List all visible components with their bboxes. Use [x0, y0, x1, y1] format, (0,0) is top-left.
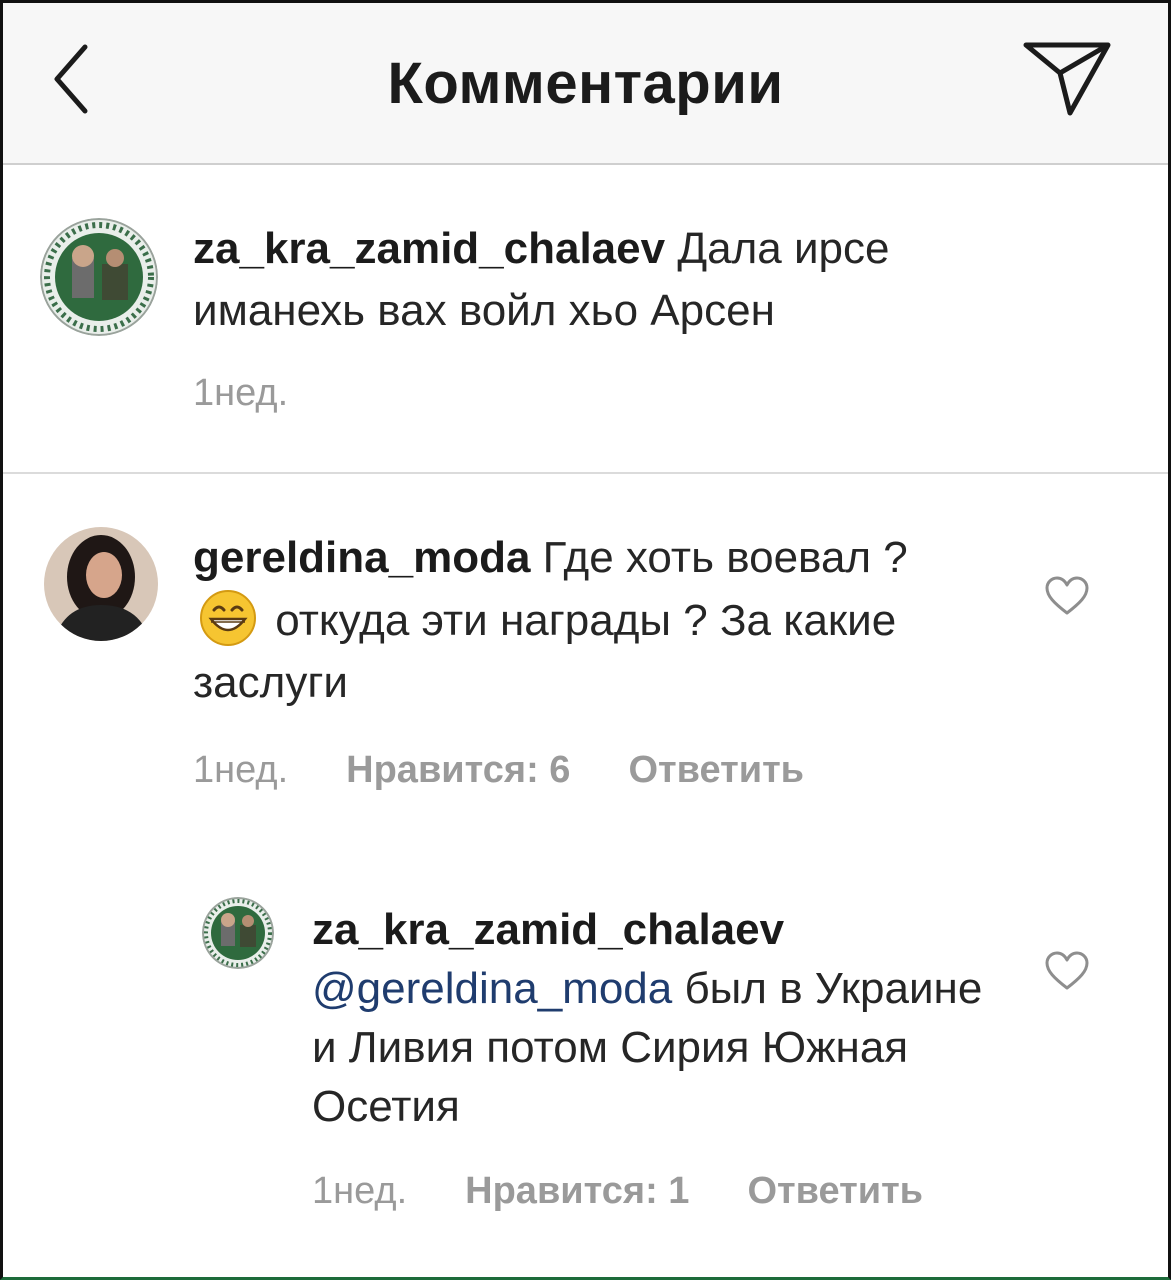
grinning-face-emoji	[200, 590, 256, 646]
reply-button[interactable]: Ответить	[628, 749, 804, 791]
page-title: Комментарии	[387, 51, 784, 116]
avatar[interactable]	[40, 218, 158, 336]
comment-text-2: откуда эти награды ? За какие заслуги	[193, 596, 897, 707]
mention-link[interactable]: @gereldina_moda	[312, 964, 672, 1013]
likes-count-link[interactable]: Нравится: 1	[465, 1170, 689, 1212]
header-bar: Комментарии	[0, 0, 1171, 165]
avatar[interactable]	[202, 897, 274, 969]
likes-count-link[interactable]: Нравится: 6	[346, 749, 570, 791]
reply-meta: 1нед. Нравится: 1 Ответить	[312, 1170, 923, 1213]
reply-time: 1нед.	[312, 1170, 408, 1212]
comment-meta: 1нед. Нравится: 6 Ответить	[193, 749, 804, 792]
avatar[interactable]	[44, 527, 158, 641]
comment-body: za_kra_zamid_chalaev Дала ирсе иманехь в…	[193, 218, 1043, 342]
divider	[0, 472, 1171, 474]
comment-time: 1нед.	[193, 749, 289, 791]
share-button[interactable]	[1020, 35, 1115, 125]
comment-time: 1нед.	[193, 372, 289, 414]
paper-plane-icon	[1023, 42, 1111, 116]
comment-text: Где хоть воевал ?	[542, 533, 908, 582]
reply-button[interactable]: Ответить	[747, 1170, 923, 1212]
comment-body: gereldina_moda Где хоть воевал ? откуда …	[193, 527, 973, 714]
heart-icon[interactable]	[1044, 575, 1090, 617]
reply-body: za_kra_zamid_chalaev @gereldina_moda был…	[312, 900, 1012, 1136]
heart-icon[interactable]	[1044, 950, 1090, 992]
reply-username[interactable]: za_kra_zamid_chalaev	[312, 905, 784, 954]
comment-username[interactable]: za_kra_zamid_chalaev	[193, 224, 665, 273]
comment-meta: 1нед.	[193, 372, 288, 415]
comment-username[interactable]: gereldina_moda	[193, 533, 530, 582]
